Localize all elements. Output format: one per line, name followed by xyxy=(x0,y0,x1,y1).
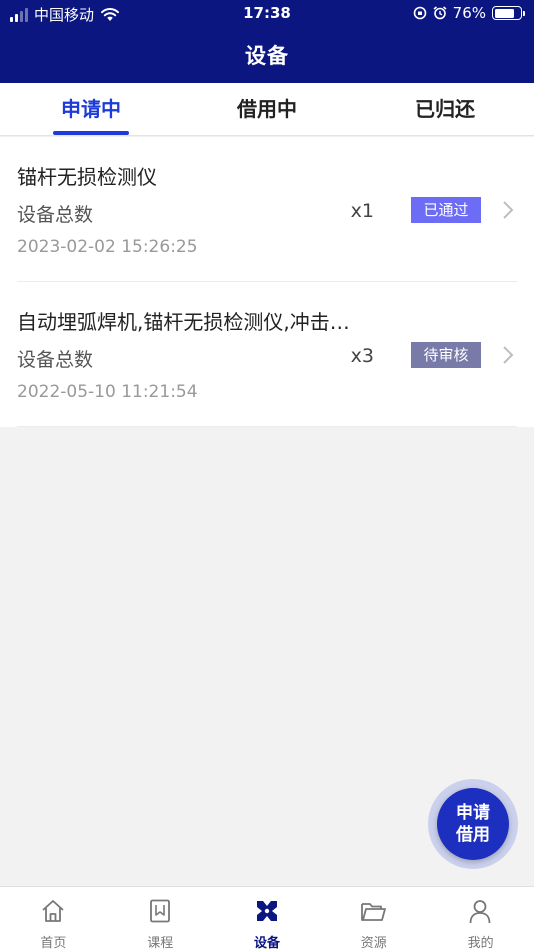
chevron-right-icon xyxy=(503,201,514,219)
tabbar-item-home[interactable]: 首页 xyxy=(0,887,107,950)
tabbar-label: 首页 xyxy=(40,936,67,950)
apply-borrow-button[interactable]: 申请 借用 xyxy=(437,788,509,860)
course-icon xyxy=(149,899,170,923)
fab-line-1: 申请 xyxy=(456,803,490,823)
device-icon xyxy=(256,901,277,921)
tabbar-item-mine[interactable]: 我的 xyxy=(427,887,534,950)
item-total-label: 设备总数 xyxy=(17,349,94,371)
tab-returned-label: 已归还 xyxy=(415,97,475,121)
tab-borrowing-label: 借用中 xyxy=(237,97,297,121)
tabbar-label: 设备 xyxy=(253,936,280,950)
orientation-lock-icon xyxy=(413,6,426,20)
item-count: x1 xyxy=(350,200,374,222)
chevron-right-icon xyxy=(503,346,514,364)
list-item[interactable]: 锚杆无损检测仪 设备总数 x1 已通过 2023-02-02 15:26:25 xyxy=(0,137,534,282)
status-badge: 待审核 xyxy=(411,342,481,368)
divider xyxy=(17,426,517,427)
bottom-tab-bar: 首页 课程 设备 资源 我的 xyxy=(0,886,534,950)
user-icon xyxy=(469,900,491,924)
item-title: 自动埋弧焊机,锚杆无损检测仪,冲击… xyxy=(17,310,350,334)
folder-icon xyxy=(361,903,387,921)
status-bar: 中国移动 17:38 76% xyxy=(0,0,534,28)
alarm-icon xyxy=(433,6,447,20)
battery-icon xyxy=(492,6,525,20)
status-badge: 已通过 xyxy=(411,197,481,223)
tabbar-item-course[interactable]: 课程 xyxy=(107,887,214,950)
tab-applying[interactable]: 申请中 xyxy=(21,83,161,136)
battery-percent: 76% xyxy=(452,4,486,22)
list-item[interactable]: 自动埋弧焊机,锚杆无损检测仪,冲击… 设备总数 x3 待审核 2022-05-1… xyxy=(0,282,534,427)
tabbar-item-resource[interactable]: 资源 xyxy=(320,887,427,950)
active-tab-indicator xyxy=(53,131,129,135)
page-title: 设备 xyxy=(245,44,289,68)
home-icon xyxy=(42,900,64,922)
item-count: x3 xyxy=(350,345,374,367)
item-date: 2022-05-10 11:21:54 xyxy=(17,382,198,402)
tabbar-label: 课程 xyxy=(147,936,174,950)
tabbar-label: 我的 xyxy=(467,936,494,950)
tab-borrowing[interactable]: 借用中 xyxy=(197,83,337,136)
item-date: 2023-02-02 15:26:25 xyxy=(17,237,198,257)
tab-returned[interactable]: 已归还 xyxy=(375,83,515,136)
tab-bar: 申请中 借用中 已归还 xyxy=(0,83,534,136)
tab-applying-label: 申请中 xyxy=(61,97,121,121)
fab-line-2: 借用 xyxy=(456,825,490,845)
item-total-label: 设备总数 xyxy=(17,204,94,226)
item-title: 锚杆无损检测仪 xyxy=(17,165,157,189)
status-right: 76% xyxy=(413,4,525,22)
application-list: 锚杆无损检测仪 设备总数 x1 已通过 2023-02-02 15:26:25 … xyxy=(0,137,534,427)
tabbar-label: 资源 xyxy=(360,936,387,950)
tabbar-item-device[interactable]: 设备 xyxy=(214,887,321,950)
app-header: 中国移动 17:38 76% 设备 xyxy=(0,0,534,83)
